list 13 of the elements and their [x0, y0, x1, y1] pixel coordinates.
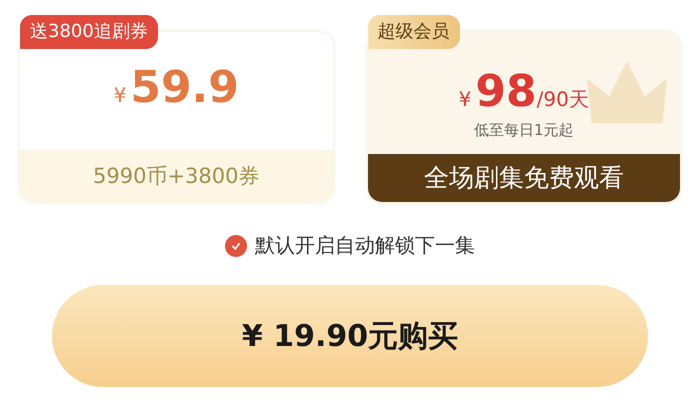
- coin-detail: 5990币+3800券: [20, 150, 332, 202]
- auto-unlock-label: 默认开启自动解锁下一集: [255, 232, 475, 259]
- daily-price-note: 低至每日1元起: [472, 121, 575, 140]
- currency-sign: ¥: [458, 87, 472, 111]
- price: 98: [475, 66, 537, 117]
- promo-badge: 送3800追剧券: [20, 15, 158, 49]
- currency-sign: ¥: [114, 83, 126, 107]
- vip-banner: 全场剧集免费观看: [368, 154, 680, 202]
- vip-badge: 超级会员: [368, 15, 460, 49]
- checkbox[interactable]: [225, 234, 247, 256]
- buy-button[interactable]: ¥ 19.90元购买: [52, 285, 648, 387]
- period: /90天: [536, 86, 589, 113]
- price: 59.9: [130, 62, 239, 113]
